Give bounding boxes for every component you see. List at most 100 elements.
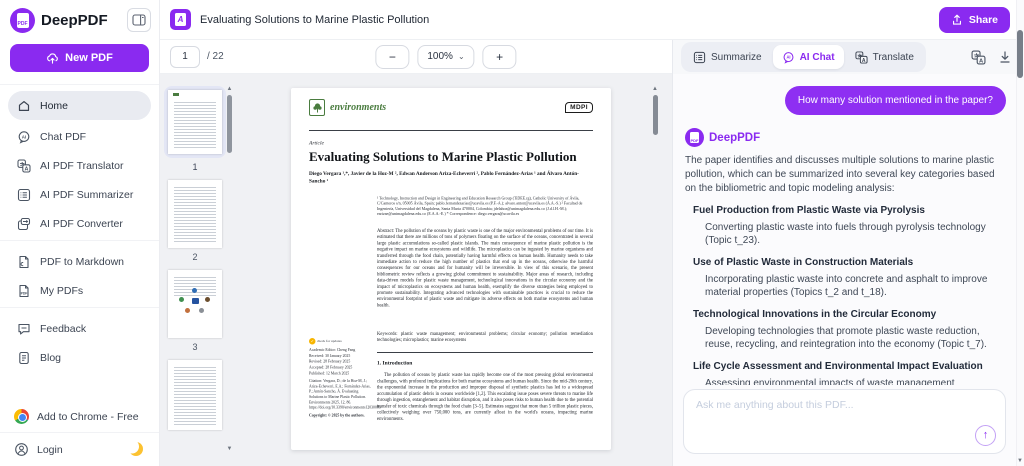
tab-summarize[interactable]: Summarize xyxy=(684,45,771,69)
svg-text:AI: AI xyxy=(786,54,790,59)
login-button[interactable]: Login xyxy=(14,442,63,457)
new-pdf-button[interactable]: New PDF xyxy=(10,44,149,72)
journal-logo: environments xyxy=(309,99,386,116)
environments-tree-icon xyxy=(309,99,325,116)
sidebar-item-label: My PDFs xyxy=(40,284,84,297)
assistant-header: PDF DeepPDF xyxy=(685,128,1006,147)
thumbnail-scrollbar[interactable]: ▲ ▼ xyxy=(226,86,233,452)
svg-text:PDF: PDF xyxy=(20,291,27,295)
section-heading: 1. Introduction xyxy=(377,360,413,366)
deeppdf-logo-icon: PDF xyxy=(10,7,35,33)
zoom-level-value: 100% xyxy=(427,51,453,62)
solution-body: Converting plastic waste into fuels thro… xyxy=(705,221,986,247)
document-header: A Evaluating Solutions to Marine Plastic… xyxy=(160,0,1024,40)
sidebar-item-chat-pdf[interactable]: AI Chat PDF xyxy=(0,122,159,151)
send-button[interactable]: ↑ xyxy=(975,425,996,446)
moon-icon xyxy=(129,442,143,456)
add-to-chrome-button[interactable]: Add to Chrome - Free xyxy=(0,401,159,432)
chat-input-area: ↑ xyxy=(673,385,1016,466)
page-scrollbar[interactable]: ▲ xyxy=(652,86,658,135)
viewer-canvas: 1 2 3 ▲ ▼ environments MDPI Article Eval… xyxy=(160,74,672,466)
zoom-out-button[interactable]: − xyxy=(375,44,410,69)
sidebar: PDF DeepPDF New PDF Home AI Chat PDF A A… xyxy=(0,0,160,466)
solution-body: Assessing environmental impacts of waste… xyxy=(705,377,955,385)
collapse-sidebar-icon xyxy=(132,14,146,26)
share-label: Share xyxy=(968,13,998,26)
scroll-down-icon[interactable]: ▼ xyxy=(1016,458,1024,464)
check-for-updates-badge: ✓ check for updates xyxy=(309,338,342,345)
thumbnail-rail: 1 2 3 xyxy=(164,86,226,430)
document-title: Evaluating Solutions to Marine Plastic P… xyxy=(200,13,430,26)
sidebar-item-my-pdfs[interactable]: PDF My PDFs xyxy=(0,276,159,305)
thumb-diagram xyxy=(179,288,211,314)
scroll-up-icon[interactable]: ▲ xyxy=(652,86,658,92)
sidebar-item-ai-pdf-translator[interactable]: A AI PDF Translator xyxy=(0,151,159,180)
thumb-journal-logo xyxy=(173,93,179,96)
page-number-input[interactable] xyxy=(170,45,200,68)
sidebar-item-label: Blog xyxy=(40,351,62,364)
svg-text:AI: AI xyxy=(21,134,25,139)
home-icon xyxy=(16,98,31,113)
thumbnail-selected-highlight xyxy=(164,86,226,158)
tab-translate[interactable]: A Translate xyxy=(846,45,923,69)
window-scrollbar[interactable]: ▼ xyxy=(1016,0,1024,466)
copyright: Copyright: © 2025 by the authors. xyxy=(309,412,365,418)
share-button[interactable]: Share xyxy=(938,6,1010,33)
blog-doc-icon xyxy=(16,350,31,365)
ai-chat-icon: AI xyxy=(783,51,794,64)
svg-text:A: A xyxy=(24,166,28,172)
sidebar-item-home[interactable]: Home xyxy=(8,91,151,120)
thumbnail-label-1: 1 xyxy=(192,162,198,172)
scroll-up-icon[interactable]: ▲ xyxy=(226,86,233,92)
chat-input-box: ↑ xyxy=(683,389,1006,454)
zoom-level-dropdown[interactable]: 100% ⌄ xyxy=(417,44,475,69)
published-date: Published: 12 March 2025 xyxy=(309,370,350,376)
share-icon xyxy=(952,14,961,25)
download-button[interactable] xyxy=(998,50,1012,64)
translate-icon: A xyxy=(855,50,868,63)
sidebar-item-ai-pdf-summarizer[interactable]: AI PDF Summarizer xyxy=(0,180,159,209)
sidebar-item-ai-pdf-converter[interactable]: AI PDF Converter xyxy=(0,209,159,238)
translate-document-button[interactable]: A xyxy=(971,50,986,65)
chat-input-field[interactable] xyxy=(696,399,993,437)
download-icon xyxy=(1000,51,1010,63)
pdf-document-icon: A xyxy=(170,9,191,30)
window-scroll-thumb[interactable] xyxy=(1017,30,1023,78)
ai-panel-tabbar: Summarize AI AI Chat A Translate A xyxy=(673,40,1024,74)
tab-ai-chat[interactable]: AI AI Chat xyxy=(772,45,844,69)
divider xyxy=(377,352,593,353)
article-type: Article xyxy=(309,140,324,146)
sidebar-item-pdf-to-markdown[interactable]: PDF to Markdown xyxy=(0,247,159,276)
markdown-doc-icon xyxy=(16,254,31,269)
paper-affiliations: ¹ Technology, Instruction and Design in … xyxy=(377,196,583,217)
converter-icon xyxy=(16,216,31,231)
thumbnail-page-4[interactable] xyxy=(168,360,222,430)
new-pdf-label: New PDF xyxy=(65,52,113,64)
zoom-in-button[interactable]: + xyxy=(482,44,517,69)
intro-paragraph: The pollution of oceans by plastic waste… xyxy=(377,372,593,422)
thumbnail-page-2[interactable] xyxy=(168,180,222,248)
scroll-down-icon[interactable]: ▼ xyxy=(226,446,233,452)
viewer-toolbar: / 22 − 100% ⌄ + xyxy=(160,40,672,74)
sidebar-item-label: AI PDF Translator xyxy=(40,159,124,172)
page-scroll-thumb[interactable] xyxy=(652,95,658,135)
translate-icon: A xyxy=(971,50,986,64)
sidebar-item-label: PDF to Markdown xyxy=(40,255,125,268)
zoom-controls: − 100% ⌄ + xyxy=(375,44,517,69)
sidebar-item-blog[interactable]: Blog xyxy=(0,343,159,372)
summarize-icon xyxy=(693,51,706,63)
sidebar-collapse-button[interactable] xyxy=(127,8,151,32)
thumbnail-page-3[interactable] xyxy=(168,270,222,338)
thumbnail-label-2: 2 xyxy=(192,252,198,262)
thumbnail-page-1[interactable] xyxy=(168,90,222,154)
login-row: Login xyxy=(0,432,159,466)
paper-meta-column: ✓ check for updates Academic Editor: Che… xyxy=(309,338,381,450)
dark-mode-toggle[interactable] xyxy=(129,442,145,458)
chat-message-list: How many solution mentioned in the paper… xyxy=(673,74,1016,385)
thumbnail-scroll-thumb[interactable] xyxy=(227,95,232,153)
divider xyxy=(309,130,593,131)
chevron-down-icon: ⌄ xyxy=(457,52,465,61)
solution-heading: Use of Plastic Waste in Construction Mat… xyxy=(693,257,914,269)
sidebar-item-feedback[interactable]: Feedback xyxy=(0,314,159,343)
solution-body: Developing technologies that promote pla… xyxy=(705,325,987,351)
